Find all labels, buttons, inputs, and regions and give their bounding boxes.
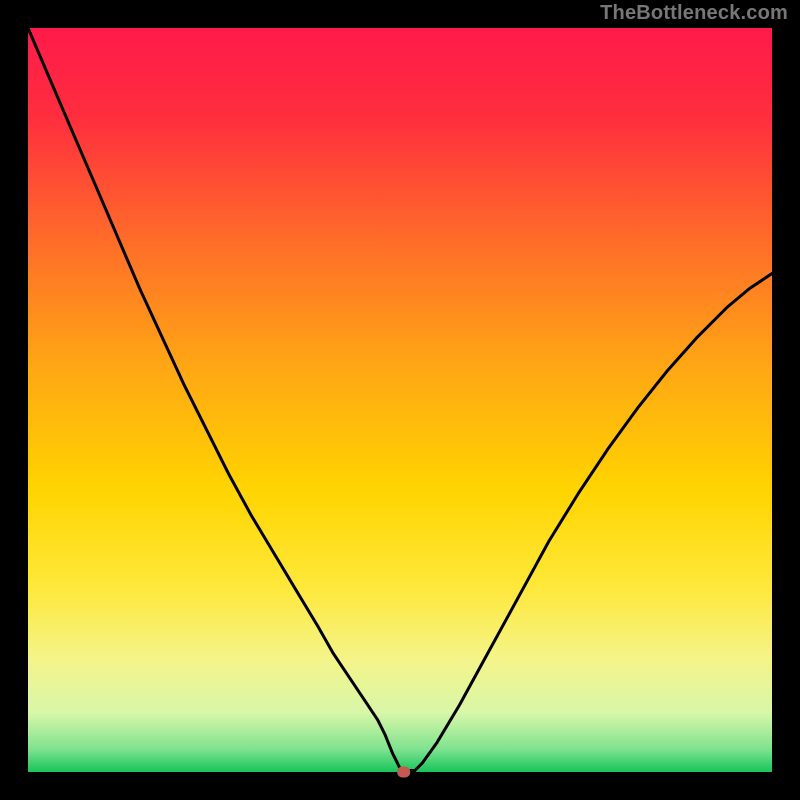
chart-frame: TheBottleneck.com [0, 0, 800, 800]
plot-background [28, 28, 772, 772]
optimal-point-marker [397, 767, 410, 778]
bottleneck-chart [0, 0, 800, 800]
